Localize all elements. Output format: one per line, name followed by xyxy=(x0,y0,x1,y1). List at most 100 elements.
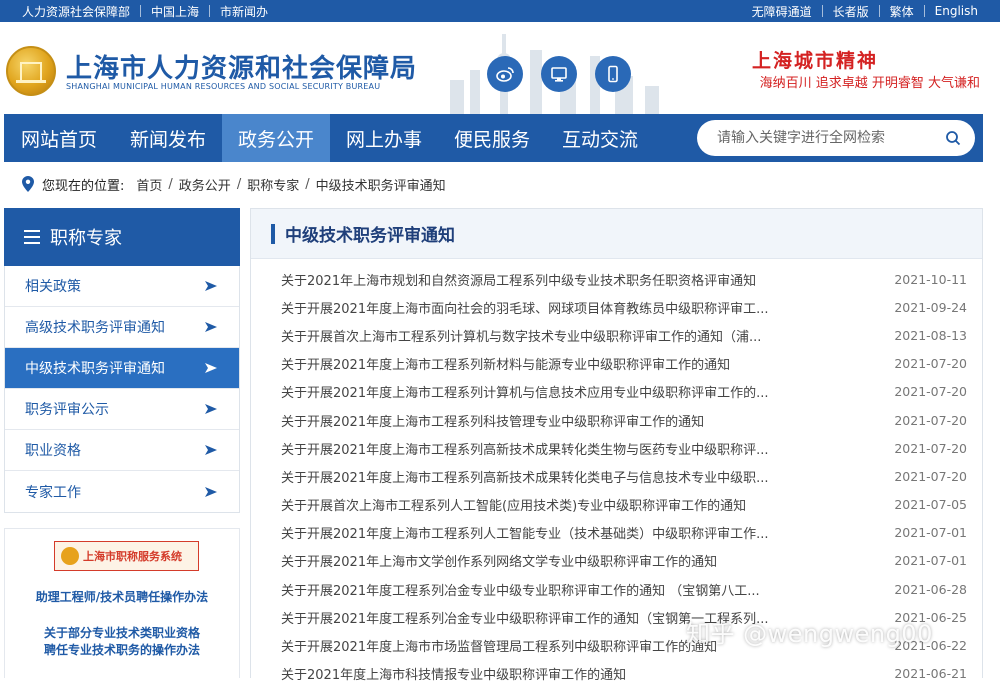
news-title-link[interactable]: 关于开展2021年度上海市工程系列高新技术成果转化类生物与医药专业中级职称评..… xyxy=(281,439,841,458)
link-line: 聘任专业技术职务的操作办法 xyxy=(43,643,200,657)
news-title-link[interactable]: 关于开展首次上海市工程系列人工智能(应用技术类)专业中级职称评审工作的通知 xyxy=(281,495,841,514)
weibo-button[interactable] xyxy=(487,56,523,92)
sidebar-title: 职称专家 xyxy=(50,228,122,249)
link-news-office[interactable]: 市新闻办 xyxy=(210,3,278,20)
nav-news[interactable]: 新闻发布 xyxy=(114,114,222,162)
location-pin-icon xyxy=(22,176,34,192)
sidebar-item-label: 职业资格 xyxy=(25,443,81,459)
list-item: 关于2021年上海市规划和自然资源局工程系列中级专业技术职务任职资格评审通知 20… xyxy=(281,265,967,293)
notice-panel: 中级技术职务评审通知 关于2021年上海市规划和自然资源局工程系列中级专业技术职… xyxy=(250,208,983,683)
news-date: 2021-07-20 xyxy=(894,356,967,372)
breadcrumb-home[interactable]: 首页 xyxy=(136,175,162,194)
city-spirit-title: 上海城市精神 xyxy=(751,50,878,72)
breadcrumb-current[interactable]: 中级技术职务评审通知 xyxy=(316,175,446,194)
sidebar-item-review-publicity[interactable]: 职务评审公示 xyxy=(5,389,239,430)
breadcrumb-separator: / xyxy=(168,176,173,192)
breadcrumb-title-experts[interactable]: 职称专家 xyxy=(247,175,299,194)
sidebar-item-qualifications[interactable]: 职业资格 xyxy=(5,430,239,471)
city-spirit-slogan: 海纳百川 追求卓越 开明睿智 大气谦和 xyxy=(759,76,980,91)
search-box xyxy=(697,120,975,156)
breadcrumb-separator: / xyxy=(236,176,242,192)
news-title-link[interactable]: 关于2021年上海市规划和自然资源局工程系列中级专业技术职务任职资格评审通知 xyxy=(281,270,841,289)
nav-home[interactable]: 网站首页 xyxy=(4,114,114,162)
banner-logo-icon xyxy=(61,547,79,565)
news-title-link[interactable]: 关于开展2021年度工程系列冶金专业中级专业职称评审工作的通知 （宝钢第八工..… xyxy=(281,580,841,599)
arrow-right-icon xyxy=(205,322,217,332)
sidebar-item-expert-work[interactable]: 专家工作 xyxy=(5,471,239,512)
desktop-button[interactable] xyxy=(541,56,577,92)
site-title[interactable]: 上海市人力资源和社会保障局 xyxy=(66,48,417,85)
emblem-logo[interactable] xyxy=(6,46,56,96)
news-title-link[interactable]: 关于开展2021年度上海市工程系列人工智能专业（技术基础类）中级职称评审工作..… xyxy=(281,523,841,542)
sidebar-item-label: 中级技术职务评审通知 xyxy=(25,361,165,377)
sidebar-list: 相关政策 高级技术职务评审通知 中级技术职务评审通知 职务评审公示 职业资格 专… xyxy=(4,266,240,513)
mobile-icon xyxy=(608,65,618,83)
sidebar: 职称专家 相关政策 高级技术职务评审通知 中级技术职务评审通知 职务评审公示 职… xyxy=(4,208,240,513)
search-icon[interactable] xyxy=(945,130,961,146)
link-qualification-procedure[interactable]: 关于部分专业技术类职业资格 聘任专业技术职务的操作办法 xyxy=(5,625,239,659)
sidebar-item-label: 相关政策 xyxy=(25,279,81,295)
nav-interaction[interactable]: 互动交流 xyxy=(546,114,654,162)
news-date: 2021-07-20 xyxy=(894,440,967,456)
sidebar-item-senior-review[interactable]: 高级技术职务评审通知 xyxy=(5,307,239,348)
news-date: 2021-08-13 xyxy=(894,327,967,343)
link-line: 关于部分专业技术类职业资格 xyxy=(43,626,200,640)
news-date: 2021-07-05 xyxy=(894,497,967,513)
link-accessibility[interactable]: 无障碍通道 xyxy=(742,3,822,20)
weibo-icon xyxy=(496,67,514,82)
breadcrumb-government-affairs[interactable]: 政务公开 xyxy=(179,175,231,194)
breadcrumb-separator: / xyxy=(305,176,310,192)
emblem-base-shape xyxy=(16,80,46,83)
news-title-link[interactable]: 关于开展2021年度上海市工程系列新材料与能源专业中级职称评审工作的通知 xyxy=(281,354,841,373)
site-title-en: SHANGHAI MUNICIPAL HUMAN RESOURCES AND S… xyxy=(66,82,381,91)
arrow-right-icon xyxy=(205,445,217,455)
news-title-link[interactable]: 关于开展2021年上海市文学创作系列网络文学专业中级职称评审工作的通知 xyxy=(281,551,841,570)
link-traditional-chinese[interactable]: 繁体 xyxy=(880,3,924,20)
arrow-right-icon xyxy=(205,363,217,373)
sidebar-item-label: 高级技术职务评审通知 xyxy=(25,320,165,336)
mobile-button[interactable] xyxy=(595,56,631,92)
banner-label: 上海市职称服务系统 xyxy=(83,550,182,563)
list-item: 关于开展2021年度工程系列冶金专业中级专业职称评审工作的通知 （宝钢第八工..… xyxy=(281,575,967,603)
top-bar-left-links: 人力资源社会保障部 中国上海 市新闻办 xyxy=(12,0,278,22)
news-title-link[interactable]: 关于2021年度上海市科技情报专业中级职称评审工作的通知 xyxy=(281,664,841,683)
link-english[interactable]: English xyxy=(925,4,988,18)
news-date: 2021-06-21 xyxy=(894,666,967,682)
news-date: 2021-09-24 xyxy=(894,299,967,315)
news-title-link[interactable]: 关于开展2021年度上海市工程系列科技管理专业中级职称评审工作的通知 xyxy=(281,411,841,430)
title-service-system-banner[interactable]: 上海市职称服务系统 xyxy=(54,541,199,571)
list-item: 关于开展2021年度上海市工程系列人工智能专业（技术基础类）中级职称评审工作..… xyxy=(281,519,967,547)
sidebar-item-intermediate-review[interactable]: 中级技术职务评审通知 xyxy=(5,348,239,389)
list-item: 关于开展首次上海市工程系列计算机与数字技术专业中级职称评审工作的通知（浦... 2… xyxy=(281,321,967,349)
nav-government-affairs[interactable]: 政务公开 xyxy=(222,114,330,162)
news-title-link[interactable]: 关于开展2021年度上海市面向社会的羽毛球、网球项目体育教练员中级职称评审工..… xyxy=(281,298,841,317)
sidebar-header: 职称专家 xyxy=(4,208,240,266)
link-china-shanghai[interactable]: 中国上海 xyxy=(141,3,209,20)
news-title-link[interactable]: 关于开展首次上海市工程系列计算机与数字技术专业中级职称评审工作的通知（浦... xyxy=(281,326,841,345)
list-item: 关于开展2021年度上海市工程系列新材料与能源专业中级职称评审工作的通知 2021… xyxy=(281,350,967,378)
news-title-link[interactable]: 关于开展2021年度上海市工程系列计算机与信息技术应用专业中级职称评审工作的..… xyxy=(281,382,841,401)
arrow-right-icon xyxy=(205,486,217,497)
search-input[interactable] xyxy=(717,127,937,149)
link-assistant-engineer-procedure[interactable]: 助理工程师/技术员聘任操作办法 xyxy=(5,589,239,606)
nav-online-services[interactable]: 网上办事 xyxy=(330,114,438,162)
list-item: 关于开展2021年度上海市工程系列科技管理专业中级职称评审工作的通知 2021-0… xyxy=(281,406,967,434)
arrow-right-icon xyxy=(205,281,217,291)
top-bar-right-links: 无障碍通道 长者版 繁体 English xyxy=(742,0,988,22)
title-accent-bar xyxy=(271,223,275,244)
breadcrumb-label: 您现在的位置: xyxy=(42,178,125,194)
news-title-link[interactable]: 关于开展2021年度上海市工程系列高新技术成果转化类电子与信息技术专业中级职..… xyxy=(281,467,841,486)
menu-icon xyxy=(24,230,40,244)
list-item: 关于2021年度上海市科技情报专业中级职称评审工作的通知 2021-06-21 xyxy=(281,660,967,688)
nav-public-services[interactable]: 便民服务 xyxy=(438,114,546,162)
sidebar-item-policies[interactable]: 相关政策 xyxy=(5,266,239,307)
site-header: 上海市人力资源和社会保障局 SHANGHAI MUNICIPAL HUMAN R… xyxy=(0,22,1000,114)
link-elder-version[interactable]: 长者版 xyxy=(823,3,879,20)
desktop-icon xyxy=(551,67,567,82)
news-date: 2021-07-20 xyxy=(894,412,967,428)
list-item: 关于开展2021年度上海市面向社会的羽毛球、网球项目体育教练员中级职称评审工..… xyxy=(281,293,967,321)
sidebar-item-label: 专家工作 xyxy=(25,484,81,501)
news-date: 2021-06-28 xyxy=(894,581,967,597)
panel-title: 中级技术职务评审通知 xyxy=(285,226,455,246)
link-mohrss[interactable]: 人力资源社会保障部 xyxy=(12,3,140,20)
